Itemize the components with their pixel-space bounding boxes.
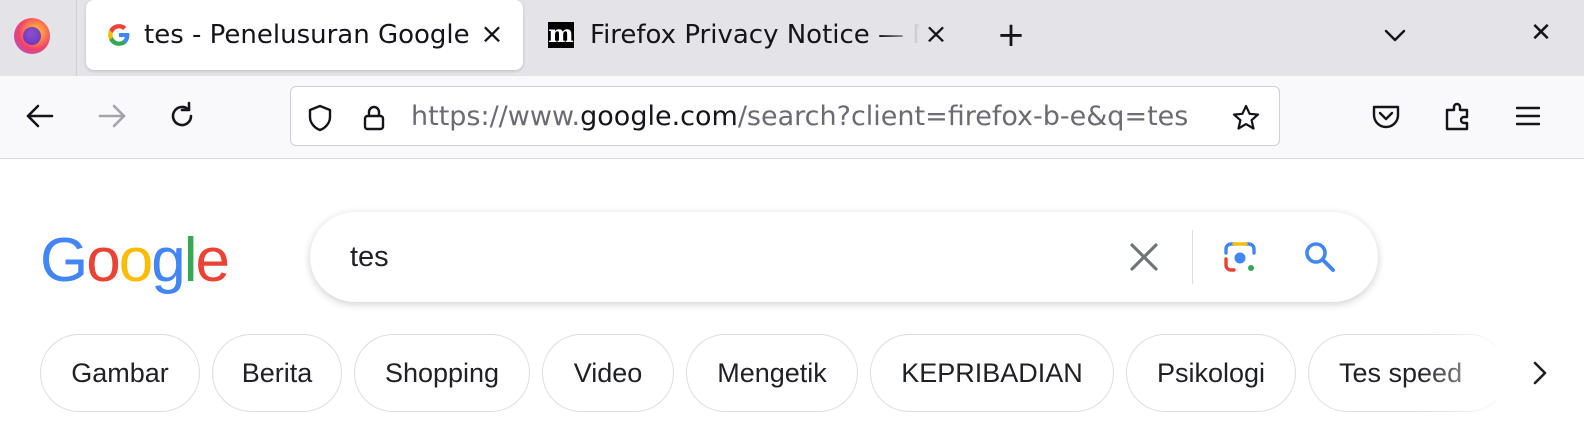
url-prefix: https://www. [411,101,581,132]
url-bar[interactable]: https://www.google.com/search?client=fir… [290,86,1280,146]
chip-kepribadian[interactable]: KEPRIBADIAN [870,334,1114,412]
bookmark-star-icon[interactable] [1231,103,1261,133]
tab-title: tes - Penelusuran Google [144,20,470,50]
mozilla-favicon-icon: m [548,19,574,48]
google-lens-camera-icon[interactable] [1222,239,1258,275]
url-host: google.com [580,101,738,132]
lock-icon[interactable] [359,103,389,133]
shield-icon[interactable] [305,103,335,133]
search-box-divider [1192,230,1193,284]
pocket-icon[interactable] [1366,96,1406,136]
tab-title: Firefox Privacy Notice — Mozilla [590,20,920,50]
chip-berita[interactable]: Berita [212,334,342,412]
tab-close-icon[interactable]: × [922,20,950,48]
back-arrow-icon[interactable] [20,96,60,136]
chip-psikologi[interactable]: Psikologi [1126,334,1296,412]
search-input[interactable]: tes [350,212,389,302]
extensions-puzzle-icon[interactable] [1438,96,1478,136]
url-path: /search?client=firefox-b-e&q=tes [737,101,1189,132]
forward-arrow-icon[interactable] [92,96,132,136]
google-favicon-icon [108,24,130,46]
reload-icon[interactable] [162,96,202,136]
navigation-toolbar: https://www.google.com/search?client=fir… [0,76,1584,159]
new-tab-plus-icon[interactable]: + [994,18,1028,52]
chip-shopping[interactable]: Shopping [354,334,530,412]
chip-mengetik[interactable]: Mengetik [686,334,858,412]
tab-bar: tes - Penelusuran Google × m Firefox Pri… [0,0,1584,76]
chip-gambar[interactable]: Gambar [40,334,200,412]
search-box[interactable]: tes [310,212,1378,302]
tab-close-icon[interactable]: × [478,20,506,48]
firefox-logo-icon[interactable] [14,18,50,54]
tab-google-search[interactable]: tes - Penelusuran Google × [86,0,523,70]
tab-divider [76,0,77,76]
chip-video[interactable]: Video [542,334,674,412]
list-all-tabs-chevron-down-icon[interactable] [1378,18,1412,52]
google-logo[interactable]: Google [40,226,230,296]
tab-firefox-privacy-notice[interactable]: m Firefox Privacy Notice — Mozilla × [534,0,958,70]
chevron-right-icon[interactable] [1524,358,1554,388]
clear-search-close-icon[interactable] [1126,239,1162,275]
url-text[interactable]: https://www.google.com/search?client=fir… [411,87,1188,147]
hamburger-menu-icon[interactable] [1508,96,1548,136]
chip-tes-speed[interactable]: Tes speed [1308,334,1508,412]
window-close-icon[interactable]: ✕ [1526,18,1556,48]
search-magnifier-icon[interactable] [1302,239,1338,275]
